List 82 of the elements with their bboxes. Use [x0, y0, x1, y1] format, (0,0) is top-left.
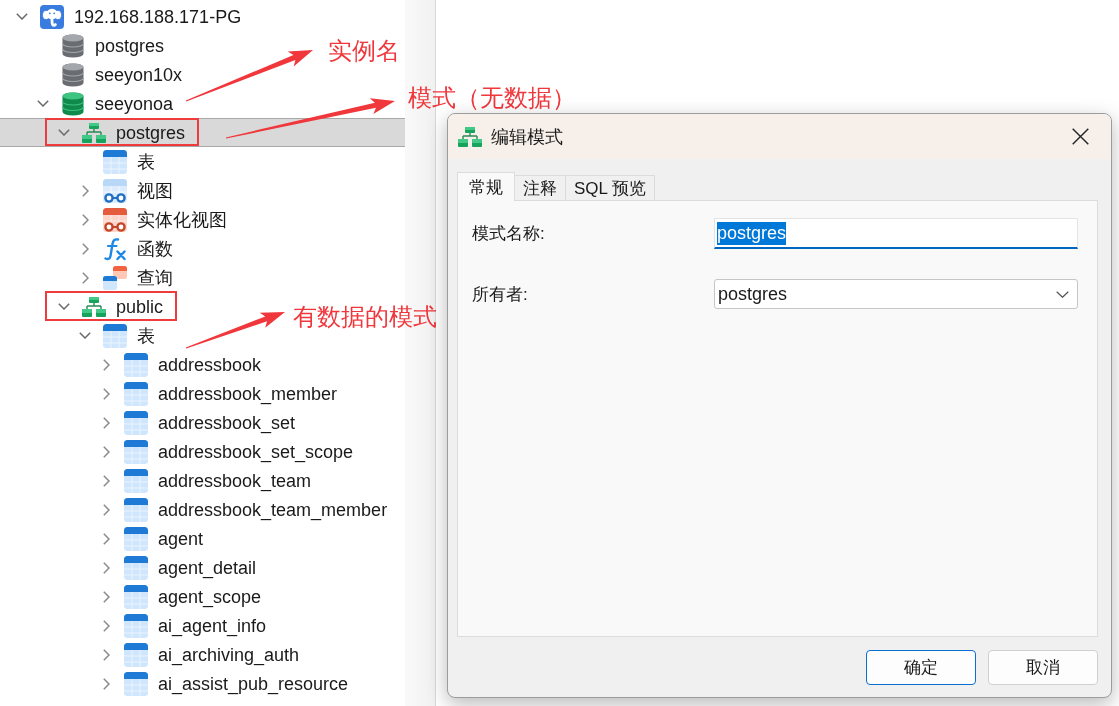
tree-item[interactable]: seeyon10x: [95, 63, 183, 86]
hierarchy-icon: [82, 122, 106, 143]
dropdown[interactable]: postgres: [714, 279, 1078, 309]
chevron-right-icon[interactable]: [102, 677, 110, 690]
tab[interactable]: 常规: [457, 172, 515, 201]
selected-row[interactable]: postgres: [0, 118, 405, 147]
table-icon: [124, 526, 148, 551]
tree-item[interactable]: 表: [137, 150, 155, 173]
tree-item[interactable]: addressbook_team: [158, 469, 312, 492]
tree-item[interactable]: seeyonoa: [95, 92, 174, 115]
chevron-right-icon[interactable]: [81, 213, 89, 226]
field-label: 模式名称:: [472, 223, 545, 245]
table-icon: [124, 613, 148, 638]
chevron-right-icon[interactable]: [102, 648, 110, 661]
window-title: 编辑模式: [491, 125, 563, 149]
chevron-right-icon[interactable]: [102, 358, 110, 371]
tree-item[interactable]: 表: [137, 324, 155, 347]
tree-item[interactable]: ai_assist_pub_resource: [158, 672, 349, 695]
tree-item[interactable]: 视图: [137, 179, 173, 202]
stacked-tables-icon: [103, 265, 127, 290]
hierarchy-icon: [458, 126, 482, 147]
table-icon: [124, 671, 148, 696]
tree-item[interactable]: public: [116, 295, 164, 318]
dialog-button[interactable]: 确定: [866, 650, 976, 685]
tree-item[interactable]: 函数: [137, 237, 173, 260]
annotation-label: 有数据的模式: [293, 303, 437, 331]
tree-item[interactable]: postgres: [95, 34, 165, 57]
table-icon: [124, 584, 148, 609]
chevron-right-icon[interactable]: [102, 590, 110, 603]
chevron-right-icon[interactable]: [81, 271, 89, 284]
table-icon: [124, 439, 148, 464]
table-icon: [124, 497, 148, 522]
chevron-right-icon[interactable]: [102, 561, 110, 574]
text-input[interactable]: postgres: [714, 218, 1078, 249]
table-icon: [124, 642, 148, 667]
close-icon[interactable]: [1072, 128, 1089, 145]
tree-item[interactable]: 实体化视图: [137, 208, 227, 231]
fx-icon: [103, 236, 127, 261]
chevron-down-icon[interactable]: [58, 303, 70, 310]
tree-item[interactable]: agent_detail: [158, 556, 257, 579]
tree-item[interactable]: addressbook_member: [158, 382, 338, 405]
chevron-down-icon[interactable]: [58, 129, 70, 136]
tree-item[interactable]: addressbook_set_scope: [158, 440, 354, 463]
annotation-label: 模式（无数据）: [408, 84, 576, 112]
tree-item[interactable]: addressbook_set: [158, 411, 296, 434]
table-icon: [124, 381, 148, 406]
table-glasses-icon: [103, 178, 127, 203]
table-icon: [124, 352, 148, 377]
tree-item[interactable]: ai_agent_info: [158, 614, 267, 637]
table-icon: [103, 323, 127, 348]
tab[interactable]: SQL 预览: [565, 175, 656, 200]
dialog-button[interactable]: 取消: [988, 650, 1098, 685]
tree-item[interactable]: ai_archiving_auth: [158, 643, 300, 666]
chevron-down-icon: [1056, 290, 1069, 298]
chevron-right-icon[interactable]: [102, 503, 110, 516]
chevron-right-icon[interactable]: [102, 474, 110, 487]
chevron-right-icon[interactable]: [102, 445, 110, 458]
tree-item[interactable]: 192.168.188.171-PG: [74, 5, 242, 28]
chevron-right-icon[interactable]: [81, 242, 89, 255]
table-icon: [124, 468, 148, 493]
tree-item[interactable]: agent: [158, 527, 204, 550]
elephant-icon: [40, 4, 64, 29]
tree-item[interactable]: postgres: [116, 121, 186, 144]
table-glasses-icon: [103, 207, 127, 232]
field-label: 所有者:: [472, 283, 528, 306]
chevron-right-icon[interactable]: [102, 532, 110, 545]
tree-item[interactable]: 查询: [137, 266, 173, 289]
chevron-right-icon[interactable]: [102, 416, 110, 429]
hierarchy-icon: [82, 296, 106, 317]
chevron-down-icon[interactable]: [16, 13, 28, 20]
chevron-right-icon[interactable]: [102, 619, 110, 632]
table-icon: [103, 149, 127, 174]
chevron-right-icon[interactable]: [81, 184, 89, 197]
table-icon: [124, 410, 148, 435]
chevron-down-icon[interactable]: [79, 332, 91, 339]
table-icon: [124, 555, 148, 580]
tree-item[interactable]: addressbook: [158, 353, 262, 376]
chevron-right-icon[interactable]: [102, 387, 110, 400]
tree-item[interactable]: addressbook_team_member: [158, 498, 388, 521]
chevron-down-icon[interactable]: [37, 100, 49, 107]
annotation-label: 实例名: [328, 37, 400, 65]
tree-item[interactable]: agent_scope: [158, 585, 262, 608]
